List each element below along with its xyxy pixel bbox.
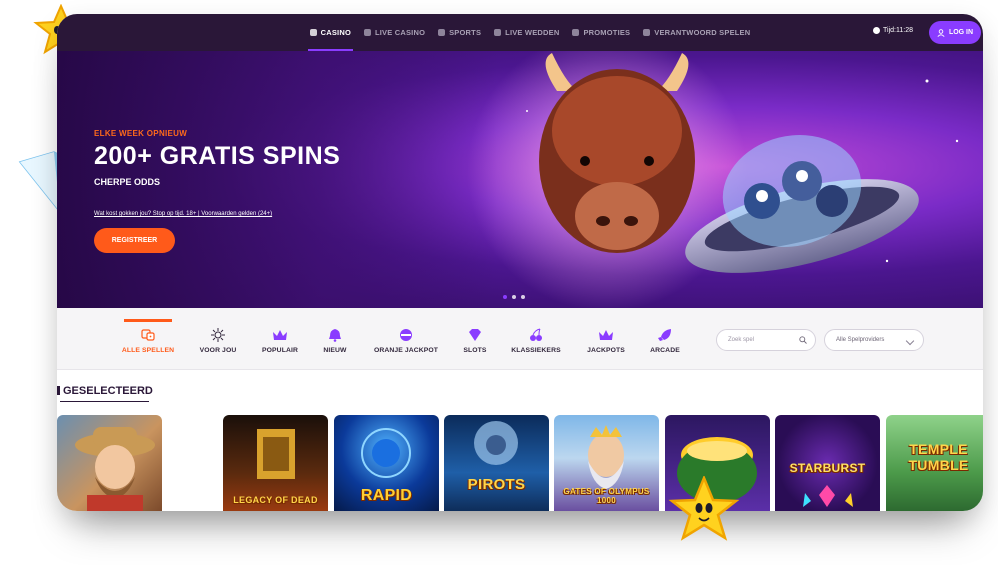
- category-label: ARCADE: [650, 347, 680, 354]
- nav-item-label: VERANTWOORD SPELEN: [654, 28, 751, 37]
- category-label: VOOR JOU: [199, 347, 237, 354]
- nav-item-live-wedden[interactable]: LIVE WEDDEN: [494, 14, 559, 51]
- rocket-icon: [658, 329, 671, 341]
- hero-artwork: [467, 51, 959, 308]
- nav-item-verantwoord-spelen[interactable]: VERANTWOORD SPELEN: [643, 14, 750, 51]
- game-title: PIROTS: [467, 476, 526, 493]
- game-tile[interactable]: LEGACY OF DEAD: [223, 415, 328, 511]
- game-tile[interactable]: RAPID: [334, 415, 439, 511]
- shield-icon: [643, 29, 651, 36]
- pirots-game-icon: [474, 421, 518, 465]
- game-title: STARBURST: [789, 461, 866, 475]
- carousel-dot[interactable]: [512, 295, 516, 299]
- category-populair[interactable]: POPULAIR: [255, 308, 305, 370]
- clock-icon: [873, 27, 881, 34]
- carousel-dot[interactable]: [521, 295, 525, 299]
- nav-item-sports[interactable]: SPORTS: [438, 14, 481, 51]
- dice-icon: [141, 329, 155, 341]
- login-button[interactable]: LOG IN: [929, 21, 981, 44]
- gem-icon: [469, 329, 481, 341]
- section-title-marker: [57, 386, 60, 395]
- category-jackpots[interactable]: JACKPOTS: [581, 308, 631, 370]
- category-label: ORANJE JACKPOT: [373, 347, 439, 354]
- gift-icon: [572, 29, 580, 36]
- category-oranje-jackpot[interactable]: ORANJE JACKPOT: [369, 308, 443, 370]
- game-title: RAPID: [360, 487, 413, 504]
- game-tile[interactable]: [57, 415, 162, 511]
- time-display: Tijd:11:28: [873, 27, 913, 34]
- cherry-icon: [530, 328, 542, 341]
- nav-item-label: SPORTS: [449, 28, 482, 37]
- category-label: POPULAIR: [262, 347, 298, 354]
- time-text: Tijd:11:28: [883, 27, 913, 34]
- provider-select[interactable]: Alle Spelproviders: [824, 329, 924, 351]
- category-label: SLOTS: [463, 347, 487, 354]
- carousel-dot[interactable]: [503, 295, 507, 299]
- login-label: LOG IN: [948, 29, 974, 36]
- bell-icon: [329, 329, 341, 342]
- nav-item-label: CASINO: [320, 28, 351, 37]
- category-label: JACKPOTS: [587, 347, 625, 354]
- game-title: TEMPLE TUMBLE: [908, 441, 969, 473]
- game-title: GATES OF OLYMPUS 1000: [563, 487, 650, 505]
- category-slots[interactable]: SLOTS: [455, 308, 495, 370]
- provider-select-value: Alle Spelproviders: [836, 337, 885, 343]
- category-arcade[interactable]: ARCADE: [645, 308, 685, 370]
- search-icon[interactable]: [799, 336, 807, 344]
- register-button[interactable]: REGISTREER: [94, 228, 175, 253]
- nav-item-casino[interactable]: CASINO: [307, 14, 354, 51]
- hero-subtitle: CHERPE ODDS: [94, 177, 161, 187]
- nav-item-label: LIVE WEDDEN: [505, 28, 560, 37]
- live-casino-icon: [363, 29, 371, 36]
- category-nieuw[interactable]: NIEUW: [315, 308, 355, 370]
- game-tile[interactable]: GATES OF OLYMPUS 1000: [554, 415, 659, 511]
- search-placeholder: Zoek spel: [728, 337, 755, 343]
- category-klassiekers[interactable]: KLASSIEKERS: [508, 308, 564, 370]
- section-title: GESELECTEERD: [57, 385, 153, 402]
- live-betting-icon: [494, 29, 502, 36]
- game-grid: LEGACY OF DEAD RAPID PIROTS GATES OF OLY…: [57, 415, 983, 511]
- star-mascot-icon: [668, 476, 740, 541]
- game-tile[interactable]: TEMPLE TUMBLE: [886, 415, 983, 511]
- hero-eyebrow: ELKE WEEK OPNIEUW: [94, 129, 188, 138]
- category-label: NIEUW: [323, 347, 347, 354]
- hero-banner[interactable]: ELKE WEEK OPNIEUW 200+ GRATIS SPINS CHER…: [57, 51, 983, 308]
- hero-title: 200+ GRATIS SPINS: [94, 142, 341, 170]
- jackpot-icon: [400, 329, 412, 341]
- section-title-text: GESELECTEERD: [63, 385, 153, 397]
- nav-item-label: PROMOTIES: [583, 28, 631, 37]
- search-input[interactable]: Zoek spel: [716, 329, 816, 351]
- game-tile[interactable]: PIROTS: [444, 415, 549, 511]
- category-bar: ALLE SPELLEN VOOR JOU POPULAIR NIEUW ORA…: [57, 308, 983, 370]
- category-label: ALLE SPELLEN: [121, 347, 175, 354]
- chevron-down-icon: [905, 336, 915, 346]
- category-alle-spellen[interactable]: ALLE SPELLEN: [116, 308, 180, 370]
- crown-outline-icon: [599, 330, 613, 340]
- nav-item-promoties[interactable]: PROMOTIES: [572, 14, 630, 51]
- casino-icon: [309, 29, 317, 36]
- screenshot-stage: CASINO LIVE CASINO SPORTS LIVE WEDDEN PR…: [0, 0, 998, 565]
- nav-item-label: LIVE CASINO: [374, 28, 426, 37]
- category-label: KLASSIEKERS: [511, 347, 561, 354]
- crown-icon: [273, 330, 287, 340]
- category-voor-jou[interactable]: VOOR JOU: [189, 308, 247, 370]
- game-title: LEGACY OF DEAD: [233, 495, 318, 505]
- nav-item-live-casino[interactable]: LIVE CASINO: [363, 14, 426, 51]
- hero-legal-link[interactable]: Wat kost gokken jou? Stop op tijd. 18+ |…: [94, 211, 272, 217]
- sports-icon: [438, 29, 446, 36]
- game-tile[interactable]: STARBURST: [775, 415, 880, 511]
- nav-menu: CASINO LIVE CASINO SPORTS LIVE WEDDEN PR…: [307, 14, 751, 51]
- top-navigation: CASINO LIVE CASINO SPORTS LIVE WEDDEN PR…: [57, 14, 983, 51]
- spark-icon: [211, 328, 225, 342]
- user-icon: [937, 28, 945, 37]
- cowboy-game-icon: [75, 427, 155, 511]
- carousel-dots: [503, 295, 525, 299]
- bison-illustration: [539, 53, 695, 253]
- casino-window: CASINO LIVE CASINO SPORTS LIVE WEDDEN PR…: [57, 14, 983, 511]
